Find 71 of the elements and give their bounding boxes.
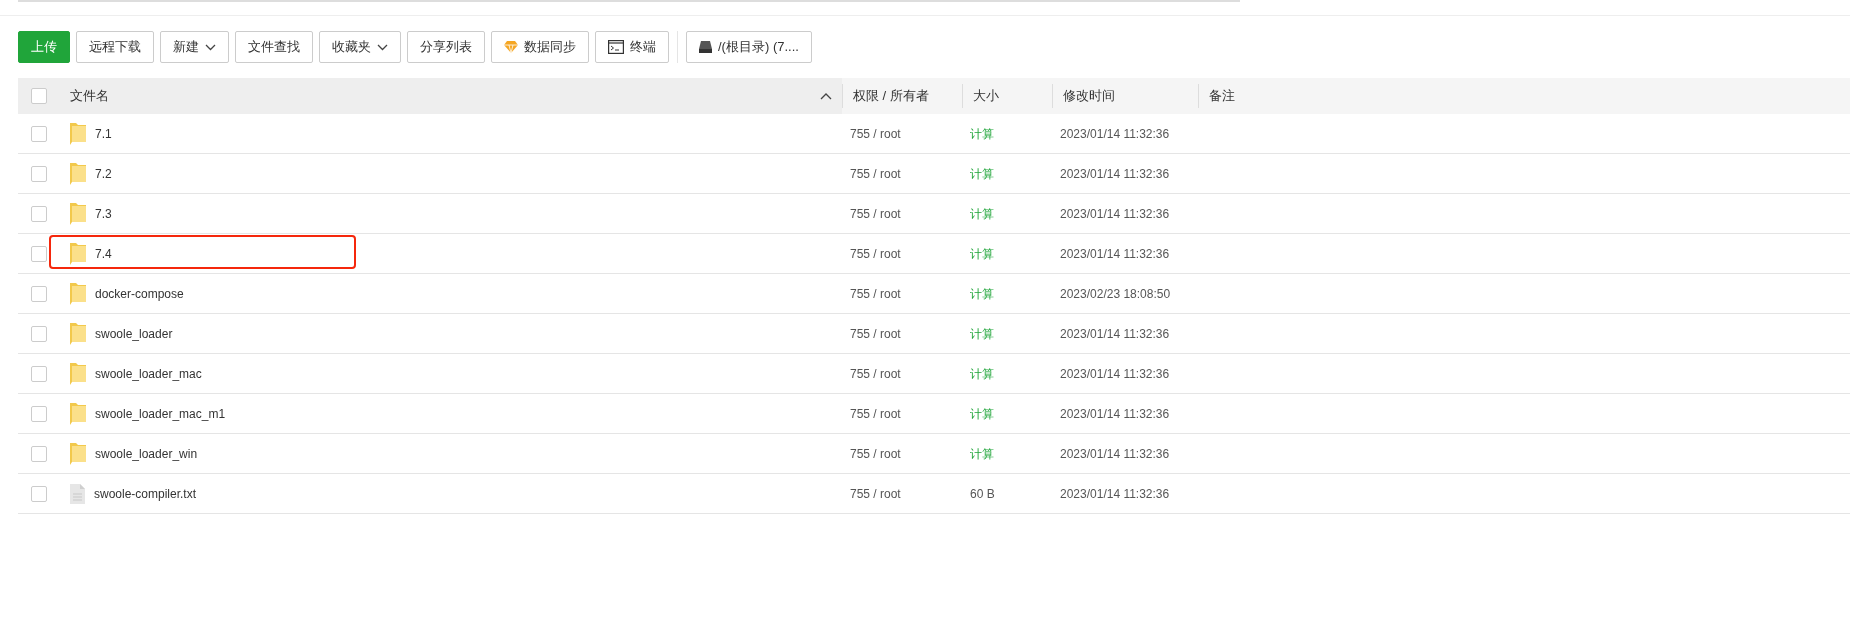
file-name[interactable]: swoole_loader_mac_m1 — [95, 404, 226, 423]
file-name[interactable]: 7.2 — [95, 164, 112, 183]
file-size-text: 60 B — [970, 485, 995, 503]
permissions-text: 755 / root — [850, 165, 901, 183]
file-name[interactable]: 7.3 — [95, 204, 112, 223]
file-name[interactable]: swoole-compiler.txt — [94, 484, 197, 503]
modified-time: 2023/01/14 11:32:36 — [1060, 445, 1170, 463]
sort-up-icon[interactable] — [820, 92, 832, 100]
folder-icon — [70, 122, 86, 145]
row-checkbox[interactable] — [31, 405, 47, 422]
terminal-icon — [608, 40, 624, 54]
text-file-icon — [70, 483, 85, 504]
folder-icon — [70, 362, 86, 385]
row-checkbox[interactable] — [31, 285, 47, 302]
column-header[interactable]: 大小 — [973, 86, 999, 106]
permissions-text: 755 / root — [850, 205, 901, 223]
permissions-text: 755 / root — [850, 365, 901, 383]
toolbar-button[interactable]: 数据同步 — [491, 31, 589, 63]
toolbar-button[interactable]: /(根目录) (7.... — [686, 31, 812, 63]
column-header[interactable]: 权限 / 所有者 — [853, 86, 929, 106]
toolbar-button[interactable]: 文件查找 — [235, 31, 313, 63]
toolbar-button[interactable]: 远程下载 — [76, 31, 154, 63]
row-checkbox[interactable] — [31, 205, 47, 222]
chevron-down-icon — [205, 43, 216, 51]
file-name[interactable]: 7.4 — [95, 244, 112, 263]
modified-time: 2023/01/14 11:32:36 — [1060, 125, 1170, 143]
row-checkbox[interactable] — [31, 325, 47, 342]
permissions-text: 755 / root — [850, 245, 901, 263]
toolbar-button[interactable]: 新建 — [160, 31, 229, 63]
row-checkbox[interactable] — [31, 445, 47, 462]
permissions-text: 755 / root — [850, 405, 901, 423]
modified-time: 2023/01/14 11:32:36 — [1060, 365, 1170, 383]
toolbar-button[interactable]: 分享列表 — [407, 31, 485, 63]
permissions-text: 755 / root — [850, 485, 901, 503]
file-name[interactable]: 7.1 — [95, 124, 112, 143]
file-name[interactable]: swoole_loader — [95, 324, 173, 343]
permissions-text: 755 / root — [850, 325, 901, 343]
column-header[interactable]: 备注 — [1209, 86, 1235, 106]
row-checkbox[interactable] — [31, 125, 47, 142]
row-checkbox[interactable] — [31, 88, 47, 104]
file-name[interactable]: docker-compose — [95, 284, 184, 303]
permissions-text: 755 / root — [850, 125, 901, 143]
modified-time: 2023/01/14 11:32:36 — [1060, 325, 1170, 343]
folder-icon — [70, 162, 86, 185]
file-name[interactable]: swoole_loader_mac — [95, 364, 202, 383]
row-checkbox[interactable] — [31, 165, 47, 182]
toolbar-button[interactable]: 终端 — [595, 31, 669, 63]
diamond-icon — [504, 41, 518, 53]
toolbar-button[interactable]: 收藏夹 — [319, 31, 401, 63]
row-checkbox[interactable] — [31, 245, 47, 262]
modified-time: 2023/01/14 11:32:36 — [1060, 245, 1170, 263]
chevron-down-icon — [377, 43, 388, 51]
folder-icon — [70, 242, 86, 265]
permissions-text: 755 / root — [850, 445, 901, 463]
folder-icon — [70, 322, 86, 345]
folder-icon — [70, 402, 86, 425]
permissions-text: 755 / root — [850, 285, 901, 303]
folder-icon — [70, 442, 86, 465]
file-name[interactable]: swoole_loader_win — [95, 444, 198, 463]
modified-time: 2023/01/14 11:32:36 — [1060, 165, 1170, 183]
disk-icon — [699, 41, 712, 53]
column-header[interactable]: 文件名 — [70, 86, 109, 106]
modified-time: 2023/01/14 11:32:36 — [1060, 405, 1170, 423]
row-checkbox[interactable] — [31, 365, 47, 382]
modified-time: 2023/01/14 11:32:36 — [1060, 485, 1170, 503]
modified-time: 2023/01/14 11:32:36 — [1060, 205, 1170, 223]
folder-icon — [70, 202, 86, 225]
folder-icon — [70, 282, 86, 305]
column-header[interactable]: 修改时间 — [1063, 86, 1115, 106]
modified-time: 2023/02/23 18:08:50 — [1060, 285, 1171, 303]
row-checkbox[interactable] — [31, 485, 47, 502]
